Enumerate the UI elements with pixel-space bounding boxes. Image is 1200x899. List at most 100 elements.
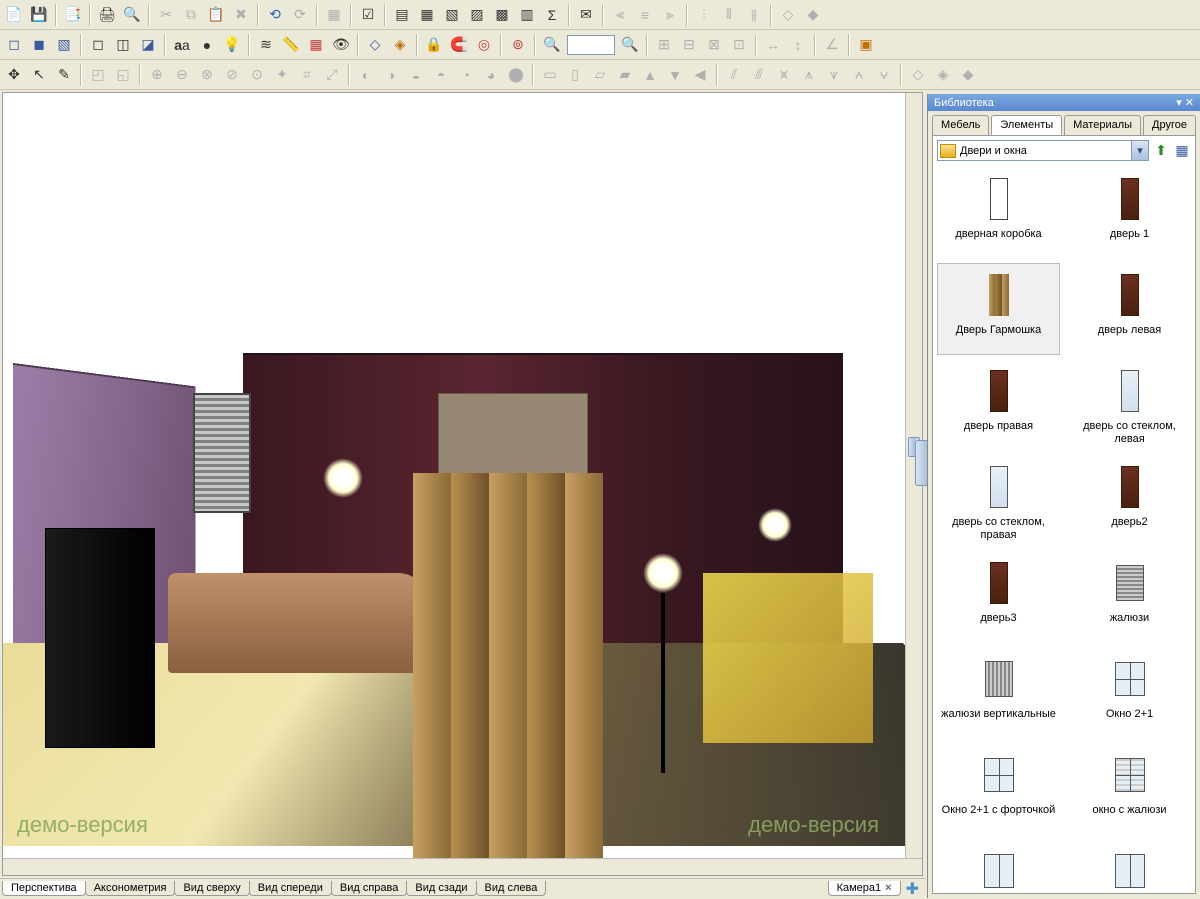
t19-icon: ▯: [563, 63, 587, 87]
t26-icon: ⫻: [747, 63, 771, 87]
t16-icon: ◕: [479, 63, 503, 87]
library-category-dropdown[interactable]: Двери и окна ▾: [937, 140, 1149, 161]
library-item[interactable]: дверь правая: [937, 359, 1060, 451]
library-item-label: дверь левая: [1098, 324, 1162, 350]
move-icon[interactable]: ✥: [2, 63, 26, 87]
lifebuoy-icon[interactable]: ⊚: [506, 33, 530, 57]
t30-icon: ⩜: [847, 63, 871, 87]
target-icon[interactable]: ◎: [472, 33, 496, 57]
library-item[interactable]: Окно с форточкой: [937, 839, 1060, 894]
layers-icon[interactable]: ≋: [254, 33, 278, 57]
tab-other[interactable]: Другое: [1143, 115, 1196, 135]
todo-icon[interactable]: ☑: [356, 3, 380, 27]
close-icon[interactable]: ×: [885, 882, 891, 894]
box-wire-icon[interactable]: ◻: [2, 33, 26, 57]
snap-center-icon[interactable]: ◈: [388, 33, 412, 57]
library-item[interactable]: дверь со стеклом, левая: [1068, 359, 1191, 451]
report2-icon[interactable]: ▧: [440, 3, 464, 27]
lock-icon[interactable]: 🔒: [422, 33, 446, 57]
tab-furniture[interactable]: Мебель: [932, 115, 989, 135]
library-item[interactable]: Окно1: [1068, 839, 1191, 894]
folder-icon: [940, 144, 956, 158]
library-item[interactable]: Окно 2+1 с форточкой: [937, 743, 1060, 835]
report4-icon[interactable]: ▩: [490, 3, 514, 27]
library-item[interactable]: дверь3: [937, 551, 1060, 643]
library-item[interactable]: жалюзи: [1068, 551, 1191, 643]
library-item[interactable]: дверь левая: [1068, 263, 1191, 355]
cube3-icon[interactable]: ◪: [136, 33, 160, 57]
lib-view-icon[interactable]: ▦: [1173, 142, 1191, 160]
add-view-button[interactable]: ✚: [900, 879, 925, 899]
scrollbar-horizontal[interactable]: [3, 858, 922, 875]
align-right-icon: ⫸: [658, 3, 682, 27]
tab-elements[interactable]: Элементы: [991, 115, 1062, 135]
align-left-icon: ⫷: [608, 3, 632, 27]
report3-icon[interactable]: ▨: [465, 3, 489, 27]
library-item[interactable]: окно с жалюзи: [1068, 743, 1191, 835]
eye-icon[interactable]: 👁: [329, 33, 353, 57]
report5-icon[interactable]: ▥: [515, 3, 539, 27]
render-icon[interactable]: ▣: [854, 33, 878, 57]
view-tab-camera[interactable]: Камера1×: [828, 881, 901, 896]
box-solid-icon[interactable]: ◼: [27, 33, 51, 57]
library-thumbnail: [1100, 268, 1160, 322]
t33-icon: ◈: [931, 63, 955, 87]
magnet-icon[interactable]: 🧲: [447, 33, 471, 57]
t24-icon: ◀: [688, 63, 712, 87]
sphere-icon[interactable]: ●: [195, 33, 219, 57]
library-body: Двери и окна ▾ ⬆ ▦ дверная коробкадверь …: [932, 135, 1196, 894]
undo-icon[interactable]: ⟲: [263, 3, 287, 27]
lib-up-icon[interactable]: ⬆: [1152, 142, 1170, 160]
text-label-icon[interactable]: aa: [170, 33, 194, 57]
view-tab[interactable]: Вид сверху: [174, 881, 249, 896]
new-file-icon[interactable]: 📄: [2, 3, 26, 27]
cube2-icon[interactable]: ◫: [111, 33, 135, 57]
print-icon[interactable]: 🖨: [95, 3, 119, 27]
library-thumbnail: [1100, 556, 1160, 610]
library-item[interactable]: жалюзи вертикальные: [937, 647, 1060, 739]
box-shade-icon[interactable]: ▧: [52, 33, 76, 57]
library-menu-icon[interactable]: ▾ ✕: [1176, 96, 1194, 109]
tab-materials[interactable]: Материалы: [1064, 115, 1141, 135]
light-bulb-icon[interactable]: 💡: [220, 33, 244, 57]
print-preview-icon[interactable]: 🔍: [120, 3, 144, 27]
view-tab[interactable]: Аксонометрия: [85, 881, 176, 896]
render-3d[interactable]: демо-версия демо-версия: [3, 93, 905, 858]
export-icon[interactable]: 📑: [61, 3, 85, 27]
select-cursor-icon[interactable]: ↖: [27, 63, 51, 87]
mail-icon[interactable]: ✉: [574, 3, 598, 27]
library-titlebar[interactable]: Библиотека ▾ ✕: [928, 94, 1200, 111]
library-item-label: Дверь Гармошка: [956, 324, 1041, 350]
view-tab[interactable]: Вид спереди: [249, 881, 332, 896]
save-icon[interactable]: 💾: [27, 3, 51, 27]
snap-point-icon[interactable]: ◇: [363, 33, 387, 57]
edit-point-icon[interactable]: ✎: [52, 63, 76, 87]
library-item[interactable]: дверь2: [1068, 455, 1191, 547]
view-tab[interactable]: Вид справа: [331, 881, 408, 896]
viewport[interactable]: демо-версия демо-версия: [2, 92, 923, 876]
t34-icon: ◆: [956, 63, 980, 87]
panel-collapse-handle[interactable]: [915, 440, 927, 486]
view-tab[interactable]: Перспектива: [2, 881, 86, 896]
table-icon[interactable]: ▤: [390, 3, 414, 27]
cube1-icon[interactable]: ◻: [86, 33, 110, 57]
library-item-label: окно с жалюзи: [1092, 804, 1166, 830]
grid-icon[interactable]: ▦: [304, 33, 328, 57]
library-item[interactable]: Окно 2+1: [1068, 647, 1191, 739]
chevron-down-icon[interactable]: ▾: [1131, 141, 1148, 160]
ruler-icon[interactable]: 📏: [279, 33, 303, 57]
library-item[interactable]: дверь со стеклом, правая: [937, 455, 1060, 547]
library-item[interactable]: дверь 1: [1068, 167, 1191, 259]
sigma-icon[interactable]: Σ: [540, 3, 564, 27]
view-tab[interactable]: Вид сзади: [406, 881, 476, 896]
dim-4-icon: ⊡: [727, 33, 751, 57]
library-item[interactable]: Дверь Гармошка: [937, 263, 1060, 355]
zoom-combo[interactable]: [567, 35, 615, 55]
delete-icon: ✖: [229, 3, 253, 27]
library-item[interactable]: дверная коробка: [937, 167, 1060, 259]
view-tab[interactable]: Вид слева: [476, 881, 547, 896]
library-thumbnail: [1100, 460, 1160, 514]
dim-1-icon: ⊞: [652, 33, 676, 57]
t18-icon: ▭: [538, 63, 562, 87]
report1-icon[interactable]: ▦: [415, 3, 439, 27]
